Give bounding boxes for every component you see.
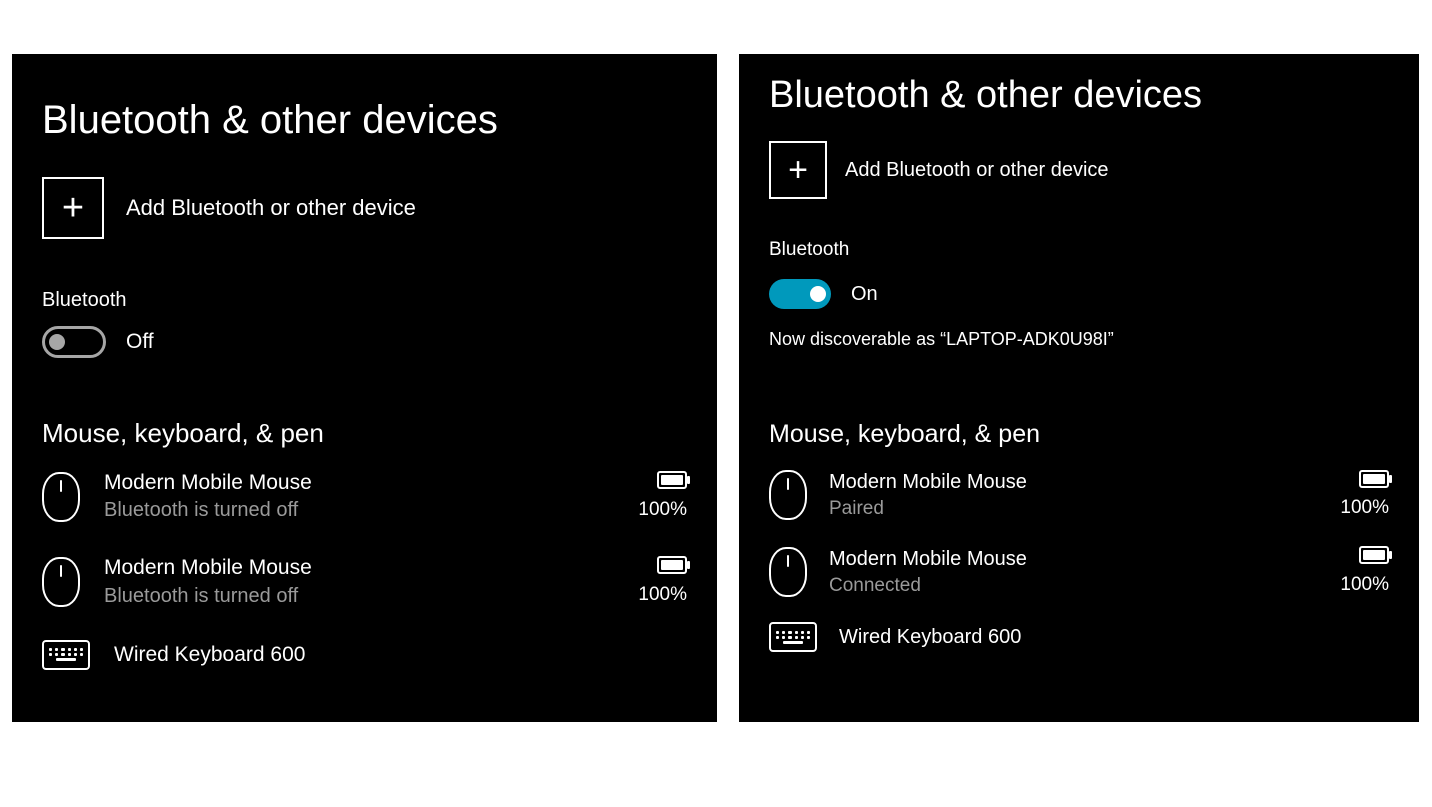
battery-level: 100%	[638, 584, 687, 605]
bluetooth-toggle[interactable]	[42, 326, 106, 358]
bluetooth-label: Bluetooth	[769, 239, 1389, 261]
device-name: Modern Mobile Mouse	[829, 546, 1318, 573]
device-item[interactable]: Modern Mobile Mouse Bluetooth is turned …	[42, 554, 687, 609]
battery-level: 100%	[1340, 497, 1389, 518]
device-item[interactable]: Wired Keyboard 600	[769, 622, 1389, 652]
battery-icon	[657, 471, 687, 489]
add-device-button[interactable]: + Add Bluetooth or other device	[42, 177, 687, 239]
bluetooth-toggle[interactable]	[769, 279, 831, 309]
device-name: Modern Mobile Mouse	[829, 469, 1318, 496]
device-name: Modern Mobile Mouse	[104, 554, 614, 582]
device-name: Wired Keyboard 600	[839, 624, 1389, 651]
page-title: Bluetooth & other devices	[42, 98, 687, 143]
add-device-label: Add Bluetooth or other device	[845, 159, 1109, 182]
battery-icon	[1359, 470, 1389, 488]
device-status: Paired	[829, 496, 1318, 522]
bluetooth-toggle-state: Off	[126, 330, 154, 354]
discoverable-text: Now discoverable as “LAPTOP-ADK0U98I”	[769, 329, 1389, 350]
device-name: Modern Mobile Mouse	[104, 469, 614, 497]
device-status: Bluetooth is turned off	[104, 497, 614, 524]
device-item[interactable]: Modern Mobile Mouse Connected 100%	[769, 546, 1389, 599]
plus-icon: +	[42, 177, 104, 239]
mouse-icon	[42, 557, 80, 607]
mouse-icon	[769, 470, 807, 520]
device-name: Wired Keyboard 600	[114, 641, 687, 669]
mouse-icon	[769, 547, 807, 597]
device-item[interactable]: Wired Keyboard 600	[42, 640, 687, 670]
keyboard-icon	[769, 622, 817, 652]
device-item[interactable]: Modern Mobile Mouse Bluetooth is turned …	[42, 469, 687, 524]
battery-icon	[1359, 546, 1389, 564]
device-section-title: Mouse, keyboard, & pen	[42, 418, 687, 449]
device-status: Bluetooth is turned off	[104, 583, 614, 610]
battery-level: 100%	[1340, 574, 1389, 595]
add-device-button[interactable]: + Add Bluetooth or other device	[769, 141, 1389, 199]
battery-icon	[657, 556, 687, 574]
bluetooth-label: Bluetooth	[42, 289, 687, 312]
battery-level: 100%	[638, 499, 687, 520]
settings-panel-on: Bluetooth & other devices + Add Bluetoot…	[739, 54, 1419, 722]
plus-icon: +	[769, 141, 827, 199]
settings-panel-off: Bluetooth & other devices + Add Bluetoot…	[12, 54, 717, 722]
add-device-label: Add Bluetooth or other device	[126, 195, 416, 221]
device-item[interactable]: Modern Mobile Mouse Paired 100%	[769, 469, 1389, 522]
device-status: Connected	[829, 573, 1318, 599]
mouse-icon	[42, 472, 80, 522]
bluetooth-toggle-state: On	[851, 283, 878, 306]
keyboard-icon	[42, 640, 90, 670]
page-title: Bluetooth & other devices	[769, 74, 1389, 117]
device-section-title: Mouse, keyboard, & pen	[769, 420, 1389, 449]
